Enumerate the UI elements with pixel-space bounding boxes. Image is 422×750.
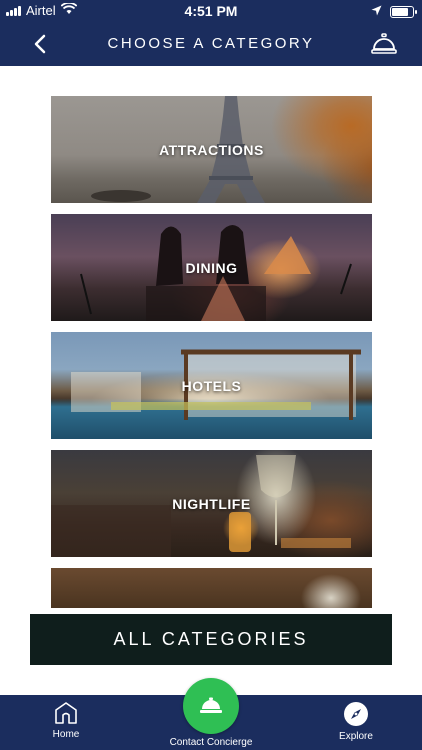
page-title: CHOOSE A CATEGORY <box>107 35 315 52</box>
category-card-nightlife[interactable]: NIGHTLIFE <box>51 450 372 557</box>
location-arrow-icon <box>371 4 382 19</box>
category-card-dining[interactable]: DINING <box>51 214 372 321</box>
contact-concierge-fab[interactable] <box>183 678 239 734</box>
header: CHOOSE A CATEGORY <box>0 22 422 66</box>
concierge-bell-button[interactable] <box>370 30 398 58</box>
category-list: ATTRACTIONS DINING HOTELS NIGHTLIFE <box>51 96 372 619</box>
status-time: 4:51 PM <box>184 3 238 19</box>
tab-concierge-label: Contact Concierge <box>169 737 253 748</box>
tab-contact-concierge[interactable]: Contact Concierge <box>150 733 272 748</box>
tab-home-label: Home <box>52 729 80 740</box>
category-label: HOTELS <box>181 377 242 394</box>
tab-home[interactable]: Home <box>40 701 92 740</box>
category-card-hotels[interactable]: HOTELS <box>51 332 372 439</box>
battery-icon <box>390 5 417 18</box>
status-right <box>371 4 417 19</box>
all-categories-button[interactable]: ALL CATEGORIES <box>30 614 392 665</box>
tab-explore-label: Explore <box>339 731 373 742</box>
category-label: ATTRACTIONS <box>159 141 264 158</box>
category-label: DINING <box>185 259 238 276</box>
category-card-partial[interactable] <box>51 568 372 608</box>
home-icon <box>55 702 77 724</box>
service-bell-icon <box>371 33 397 54</box>
category-label: NIGHTLIFE <box>172 495 251 512</box>
compass-icon <box>344 702 368 726</box>
service-bell-icon <box>200 697 222 713</box>
tab-explore[interactable]: Explore <box>330 701 382 742</box>
status-bar: Airtel 4:51 PM <box>0 0 422 22</box>
category-card-attractions[interactable]: ATTRACTIONS <box>51 96 372 203</box>
